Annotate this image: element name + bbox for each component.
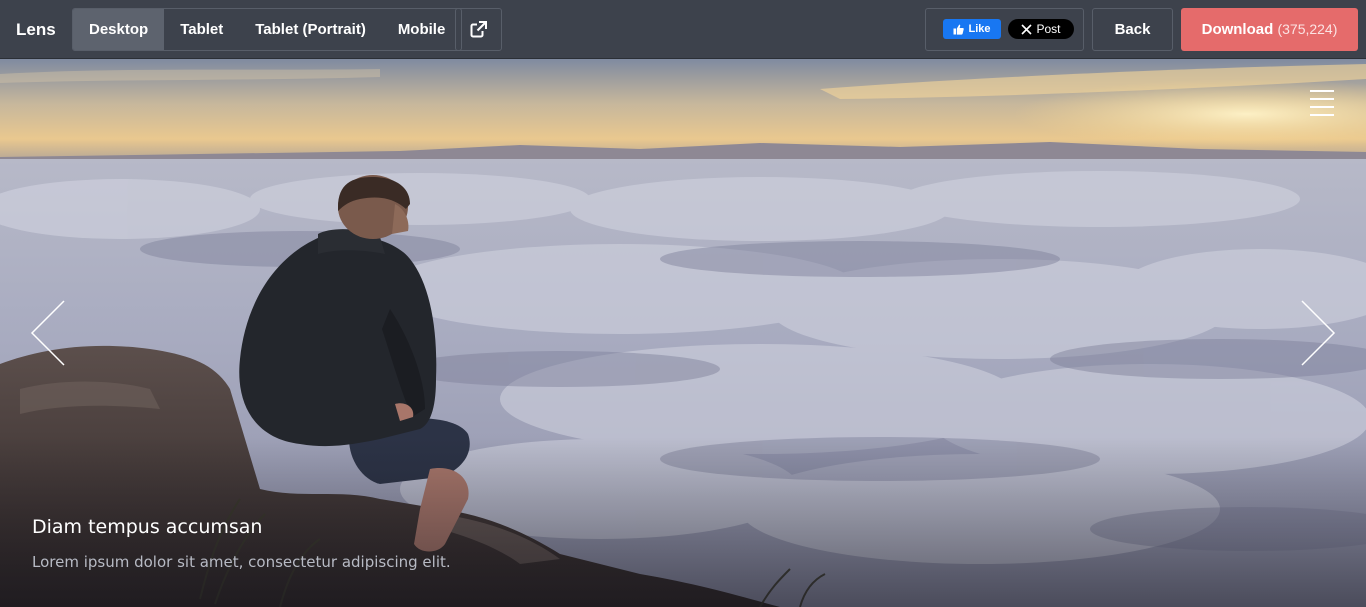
- back-button[interactable]: Back: [1092, 8, 1173, 51]
- x-post-label: Post: [1036, 22, 1061, 36]
- hamburger-menu-icon[interactable]: [1308, 88, 1336, 118]
- slide-caption-title: Diam tempus accumsan: [32, 516, 263, 538]
- facebook-like-label: Like: [968, 23, 991, 35]
- device-mobile-button[interactable]: Mobile: [382, 9, 461, 50]
- chevron-left-icon[interactable]: [30, 300, 66, 366]
- top-bar: Lens Desktop Tablet Tablet (Portrait) Mo…: [0, 0, 1366, 59]
- device-switcher: Desktop Tablet Tablet (Portrait) Mobile: [72, 8, 463, 51]
- thumbs-up-icon: [953, 24, 965, 35]
- facebook-like-button[interactable]: Like: [943, 19, 1001, 39]
- hero-slider: Diam tempus accumsan Lorem ipsum dolor s…: [0, 59, 1366, 607]
- external-link-icon: [470, 21, 487, 38]
- download-label: Download: [1201, 21, 1274, 38]
- social-share-box: Like Post: [925, 8, 1084, 51]
- device-tablet-portrait-button[interactable]: Tablet (Portrait): [239, 9, 382, 50]
- open-external-button[interactable]: [455, 8, 502, 51]
- device-tablet-button[interactable]: Tablet: [164, 9, 239, 50]
- download-button[interactable]: Download (375,224): [1181, 8, 1358, 51]
- x-post-button[interactable]: Post: [1008, 19, 1074, 39]
- brand-logo[interactable]: Lens: [16, 0, 56, 59]
- device-desktop-button[interactable]: Desktop: [73, 9, 165, 50]
- x-logo-icon: [1021, 23, 1033, 35]
- slide-caption-text: Lorem ipsum dolor sit amet, consectetur …: [32, 553, 451, 571]
- download-count: (375,224): [1277, 21, 1338, 37]
- chevron-right-icon[interactable]: [1300, 300, 1336, 366]
